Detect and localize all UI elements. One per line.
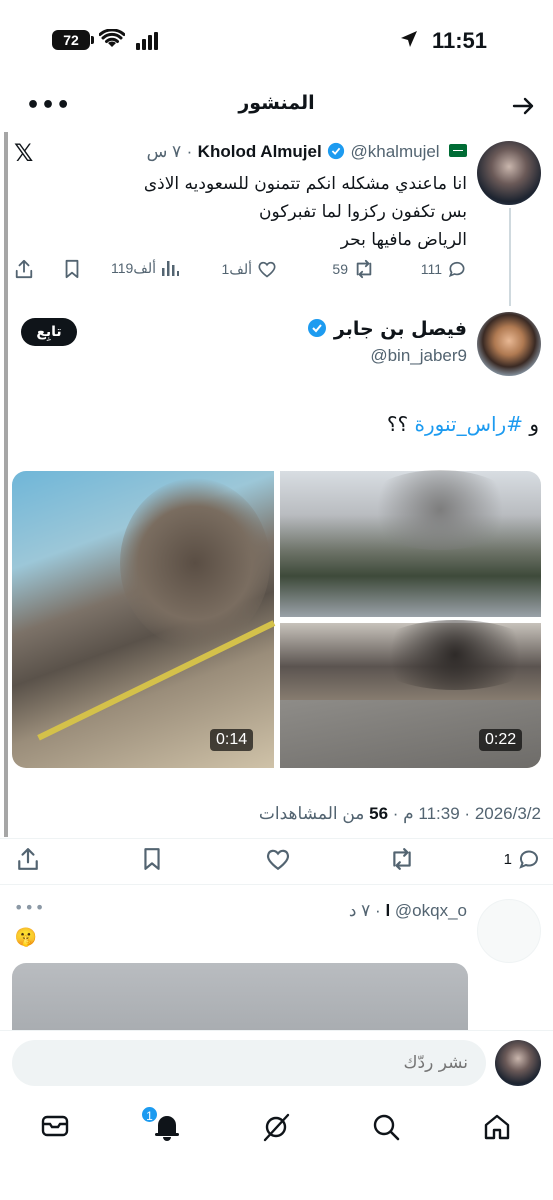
divider [0, 884, 553, 885]
share-icon[interactable] [16, 847, 40, 871]
reply-button[interactable]: 1 [504, 847, 541, 871]
reply-input[interactable] [12, 1040, 486, 1086]
search-icon[interactable] [371, 1112, 401, 1142]
analytics-icon [162, 261, 179, 276]
avatar[interactable] [477, 141, 541, 205]
author-handle[interactable]: @khalmujel [351, 142, 440, 161]
repost-button[interactable]: 59 [332, 259, 375, 279]
author-handle[interactable]: @okqx_o [395, 901, 467, 920]
messages-icon[interactable] [40, 1112, 70, 1140]
reply-count: 111 [420, 261, 442, 277]
reply-post-header: l @okqx_o · ٧ د [348, 901, 467, 920]
status-time: 11:51 [431, 28, 487, 53]
grok-icon[interactable] [261, 1112, 291, 1142]
battery-indicator: 72 [52, 30, 90, 50]
views-count: 56 [369, 804, 389, 823]
author-name-row[interactable]: فيصل بن جابر [307, 318, 467, 340]
views-button[interactable]: 119ألف [111, 259, 179, 277]
avatar[interactable] [477, 899, 541, 963]
page-title: المنشور [238, 92, 315, 114]
reply-icon [519, 850, 538, 869]
repost-icon[interactable] [388, 847, 416, 871]
x-logo-icon: 𝕏 [14, 139, 34, 167]
wifi-icon [99, 29, 125, 47]
location-arrow-icon [401, 31, 417, 47]
thread-line [509, 208, 511, 306]
like-count: 1ألف [221, 260, 252, 277]
heart-icon [258, 261, 276, 278]
post-time: ٧ د [348, 901, 371, 920]
cellular-signal-icon [136, 32, 158, 50]
like-button[interactable]: 1ألف [222, 259, 277, 279]
video-duration: 0:22 [479, 729, 523, 751]
repost-icon [356, 259, 372, 279]
heart-icon[interactable] [265, 847, 291, 871]
smoke-cloud [370, 620, 540, 690]
bookmark-icon[interactable] [63, 259, 81, 279]
home-icon[interactable] [482, 1112, 512, 1142]
shushing-face-emoji: 🤫 [14, 927, 38, 948]
post-metadata: 2026/3/2 · 11:39 م · 56 من المشاهدات [258, 804, 541, 823]
verified-badge-icon [328, 142, 345, 160]
avatar[interactable] [477, 312, 541, 376]
reply-count: 1 [503, 850, 512, 868]
author-name[interactable]: Kholod Almujel [198, 142, 322, 161]
post-text-prefix: و [522, 412, 539, 436]
quoted-post-header: Kholod Almujel @khalmujel · ٧ س [147, 142, 467, 162]
author-name[interactable]: l [385, 901, 390, 920]
bookmark-icon[interactable] [141, 847, 163, 871]
hashtag-link[interactable]: #راس_تنورة [415, 412, 523, 436]
text-line: انا ماعندي مشكله انكم تتمنون للسعوديه ال… [143, 174, 467, 194]
reply-button[interactable]: 111 [421, 259, 467, 279]
reply-icon [448, 261, 465, 278]
follow-button[interactable]: تابِع [21, 318, 77, 346]
quoted-post-text: انا ماعندي مشكله انكم تتمنون للسعوديه ال… [47, 170, 467, 254]
bottom-tab-bar [0, 1095, 553, 1200]
post-time: 11:39 م [403, 804, 460, 823]
post-time: ٧ س [146, 142, 182, 161]
smoke-cloud [120, 478, 270, 648]
smoke-cloud [360, 470, 520, 550]
text-line: الرياض مافيها بحر [340, 230, 467, 250]
verified-badge-icon [308, 319, 327, 337]
post-text: و #راس_تنورة ؟؟ [387, 412, 539, 436]
battery-nub [91, 36, 94, 44]
video-duration: 0:14 [210, 729, 254, 751]
author-name[interactable]: فيصل بن جابر [334, 318, 467, 340]
author-handle[interactable]: @bin_jaber9 [370, 346, 467, 366]
views-count: 119ألف [111, 259, 156, 276]
saudi-flag-icon [449, 144, 467, 157]
current-user-avatar[interactable] [495, 1040, 541, 1086]
quote-connector-line [4, 132, 8, 837]
repost-count: 59 [332, 261, 348, 277]
more-options-icon[interactable]: ••• [14, 898, 45, 917]
notifications-badge: 1 [140, 1105, 159, 1124]
views-label[interactable]: من المشاهدات [259, 804, 364, 823]
post-text-suffix: ؟؟ [386, 412, 415, 436]
share-icon[interactable] [14, 259, 34, 279]
text-line: بس تكفون ركزوا لما تفبركون [258, 202, 467, 222]
back-arrow-icon[interactable] [511, 94, 535, 118]
divider [0, 838, 553, 839]
post-date: 2026/3/2 [474, 804, 541, 823]
